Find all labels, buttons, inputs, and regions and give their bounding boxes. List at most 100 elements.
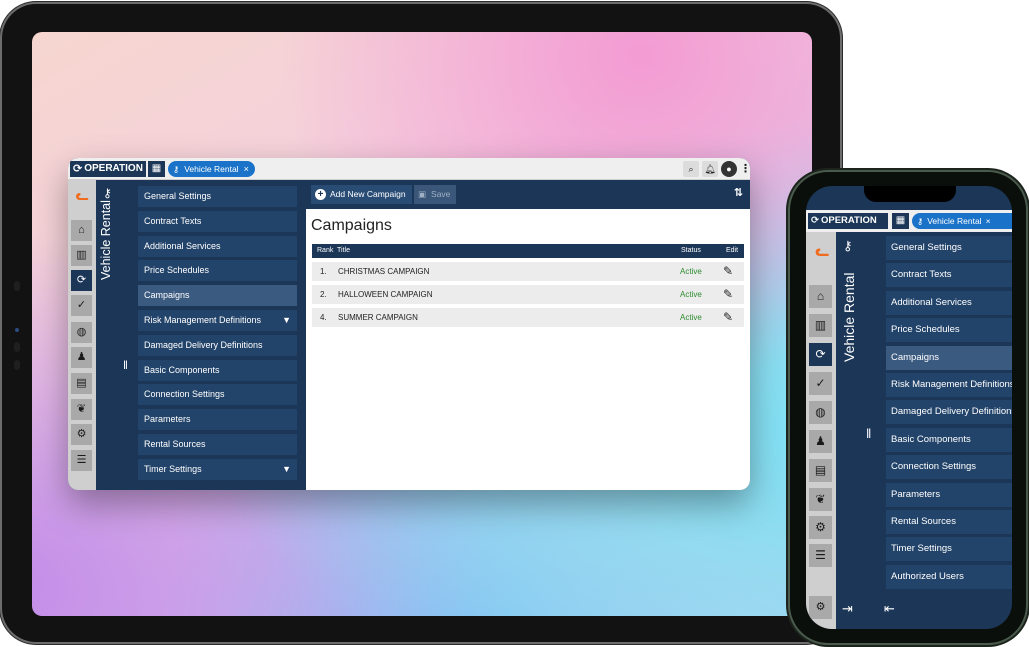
- globe-icon[interactable]: ◍: [809, 401, 832, 424]
- menu-item-parameters[interactable]: Parameters: [886, 482, 1012, 507]
- menu-item-basic-components[interactable]: Basic Components: [138, 359, 297, 381]
- table-row[interactable]: 2. HALLOWEEN CAMPAIGN Active ✎: [312, 285, 744, 304]
- edit-pencil-icon[interactable]: ✎: [723, 308, 733, 327]
- menu-item-rental-sources[interactable]: Rental Sources: [886, 509, 1012, 534]
- menu-item-connection-settings[interactable]: Connection Settings: [886, 455, 1012, 480]
- gear-icon[interactable]: ⚙: [809, 516, 832, 539]
- menu-item-label: Price Schedules: [891, 324, 960, 336]
- menu-item-label: Timer Settings: [144, 463, 202, 474]
- menu-item-general-settings[interactable]: General Settings: [138, 186, 297, 207]
- table-row[interactable]: 1. CHRISTMAS CAMPAIGN Active ✎: [312, 262, 744, 281]
- calculator-icon[interactable]: ▤: [809, 459, 832, 482]
- menu-item-label: Damaged Delivery Definitions: [144, 339, 263, 350]
- tablet-side-button: [14, 281, 20, 291]
- person-icon[interactable]: ♟: [809, 430, 832, 453]
- bell-icon[interactable]: 🔔︎: [702, 161, 718, 177]
- menu-item-campaigns[interactable]: Campaigns: [886, 345, 1012, 370]
- menu-item-basic-components[interactable]: Basic Components: [886, 427, 1012, 452]
- menu-item-campaigns[interactable]: Campaigns: [138, 285, 297, 307]
- phone-screen: ⟳ OPERATION ▦ ⚷ Vehicle Rental × ᓚ ⌂ ▥ ⟳…: [806, 186, 1012, 629]
- check-icon[interactable]: ✓: [71, 295, 92, 316]
- brand-mark-icon[interactable]: ᓚ: [810, 242, 834, 262]
- menu-item-price-schedules[interactable]: Price Schedules: [886, 318, 1012, 343]
- menu-item-risk-management-definitions[interactable]: Risk Management Definitions ▼: [138, 309, 297, 331]
- sort-icon[interactable]: ⇅: [734, 186, 743, 199]
- menu-item-label: Risk Management Definitions: [891, 378, 1012, 390]
- brand-logo[interactable]: ⟳ OPERATION: [70, 161, 146, 177]
- menu-item-contract-texts[interactable]: Contract Texts: [138, 210, 297, 232]
- menu-item-label: Additional Services: [144, 240, 221, 251]
- collapse-handle-icon[interactable]: ‖: [866, 426, 871, 441]
- save-button[interactable]: ▣ Save: [414, 185, 457, 204]
- menu-item-additional-services[interactable]: Additional Services: [138, 235, 297, 257]
- brand-name: OPERATION: [84, 163, 143, 174]
- apps-grid-icon[interactable]: ▦: [892, 213, 909, 229]
- menu-item-timer-settings[interactable]: Timer Settings: [886, 537, 1012, 562]
- collapse-handle-icon[interactable]: ‖: [123, 358, 128, 372]
- menu-item-damaged-delivery-definitions[interactable]: Damaged Delivery Definitions: [138, 334, 297, 356]
- menu-item-timer-settings[interactable]: Timer Settings ▼: [138, 458, 297, 480]
- row-title: CHRISTMAS CAMPAIGN: [338, 267, 430, 276]
- bar-chart-icon[interactable]: ▥: [71, 245, 92, 266]
- leaf-icon[interactable]: ❦: [71, 399, 92, 420]
- key-icon: ⚷: [917, 216, 924, 226]
- module-tab-chip[interactable]: ⚷ Vehicle Rental ×: [168, 161, 255, 177]
- collapse-arrow-icon[interactable]: ⇤: [884, 601, 895, 617]
- save-label: Save: [431, 189, 451, 199]
- list-icon[interactable]: ☰: [71, 450, 92, 471]
- sync-logo-icon: ⟳: [73, 163, 83, 175]
- row-rank: 4.: [320, 313, 327, 322]
- module-tab-chip[interactable]: ⚷ Vehicle Rental ×: [912, 213, 1012, 229]
- menu-item-label: Campaigns: [891, 351, 940, 363]
- close-icon[interactable]: ×: [986, 213, 991, 229]
- module-title: Vehicle Rental: [841, 272, 857, 362]
- column-header-status[interactable]: Status: [681, 244, 701, 258]
- search-icon[interactable]: ⌕: [683, 161, 699, 177]
- column-header-rank[interactable]: Rank: [317, 244, 333, 258]
- column-header-title[interactable]: Title: [337, 244, 350, 258]
- user-icon[interactable]: ●: [721, 161, 737, 177]
- edit-pencil-icon[interactable]: ✎: [723, 285, 733, 304]
- user-settings-icon[interactable]: ⚙: [809, 596, 832, 619]
- menu-item-contract-texts[interactable]: Contract Texts: [886, 263, 1012, 288]
- operation-sync-icon[interactable]: ⟳: [71, 270, 92, 291]
- globe-icon[interactable]: ◍: [71, 322, 92, 343]
- menu-item-authorized-users[interactable]: Authorized Users: [886, 564, 1012, 589]
- menu-item-risk-management-definitions[interactable]: Risk Management Definitions: [886, 372, 1012, 397]
- brand-logo[interactable]: ⟳ OPERATION: [808, 213, 888, 229]
- operation-sync-icon[interactable]: ⟳: [809, 343, 832, 366]
- expand-arrow-icon[interactable]: ⇥: [842, 601, 853, 617]
- settings-menu: General Settings Contract Texts Addition…: [138, 180, 301, 490]
- chevron-down-icon: ▼: [282, 463, 291, 474]
- top-bar-actions: ⌕ 🔔︎ ● ⋮: [683, 161, 750, 177]
- person-icon[interactable]: ♟: [71, 347, 92, 368]
- home-icon[interactable]: ⌂: [809, 285, 832, 308]
- table-header: Rank Title Status Edit: [312, 244, 744, 258]
- menu-item-price-schedules[interactable]: Price Schedules: [138, 260, 297, 282]
- home-icon[interactable]: ⌂: [71, 220, 92, 241]
- brand-mark-icon[interactable]: ᓚ: [71, 186, 93, 204]
- apps-grid-icon[interactable]: ▦: [148, 161, 165, 177]
- menu-item-connection-settings[interactable]: Connection Settings: [138, 384, 297, 406]
- calculator-icon[interactable]: ▤: [71, 373, 92, 394]
- menu-item-rental-sources[interactable]: Rental Sources: [138, 433, 297, 455]
- add-campaign-button[interactable]: + Add New Campaign: [311, 185, 412, 204]
- more-icon[interactable]: ⋮: [740, 161, 750, 177]
- menu-item-additional-services[interactable]: Additional Services: [886, 290, 1012, 315]
- menu-item-parameters[interactable]: Parameters: [138, 409, 297, 431]
- menu-item-label: Parameters: [144, 414, 191, 425]
- gear-icon[interactable]: ⚙: [71, 424, 92, 445]
- main-content: + Add New Campaign ▣ Save ⇅ Campaigns Ra…: [306, 180, 750, 490]
- row-title: HALLOWEEN CAMPAIGN: [338, 290, 433, 299]
- menu-item-general-settings[interactable]: General Settings: [886, 236, 1012, 260]
- check-icon[interactable]: ✓: [809, 372, 832, 395]
- menu-item-label: Authorized Users: [891, 570, 964, 582]
- module-title: Vehicle Rental: [99, 200, 113, 280]
- leaf-icon[interactable]: ❦: [809, 488, 832, 511]
- menu-item-damaged-delivery-definitions[interactable]: Damaged Delivery Definitions: [886, 400, 1012, 425]
- table-row[interactable]: 4. SUMMER CAMPAIGN Active ✎: [312, 308, 744, 327]
- bar-chart-icon[interactable]: ▥: [809, 314, 832, 337]
- edit-pencil-icon[interactable]: ✎: [723, 262, 733, 281]
- list-icon[interactable]: ☰: [809, 544, 832, 567]
- close-icon[interactable]: ×: [244, 161, 249, 177]
